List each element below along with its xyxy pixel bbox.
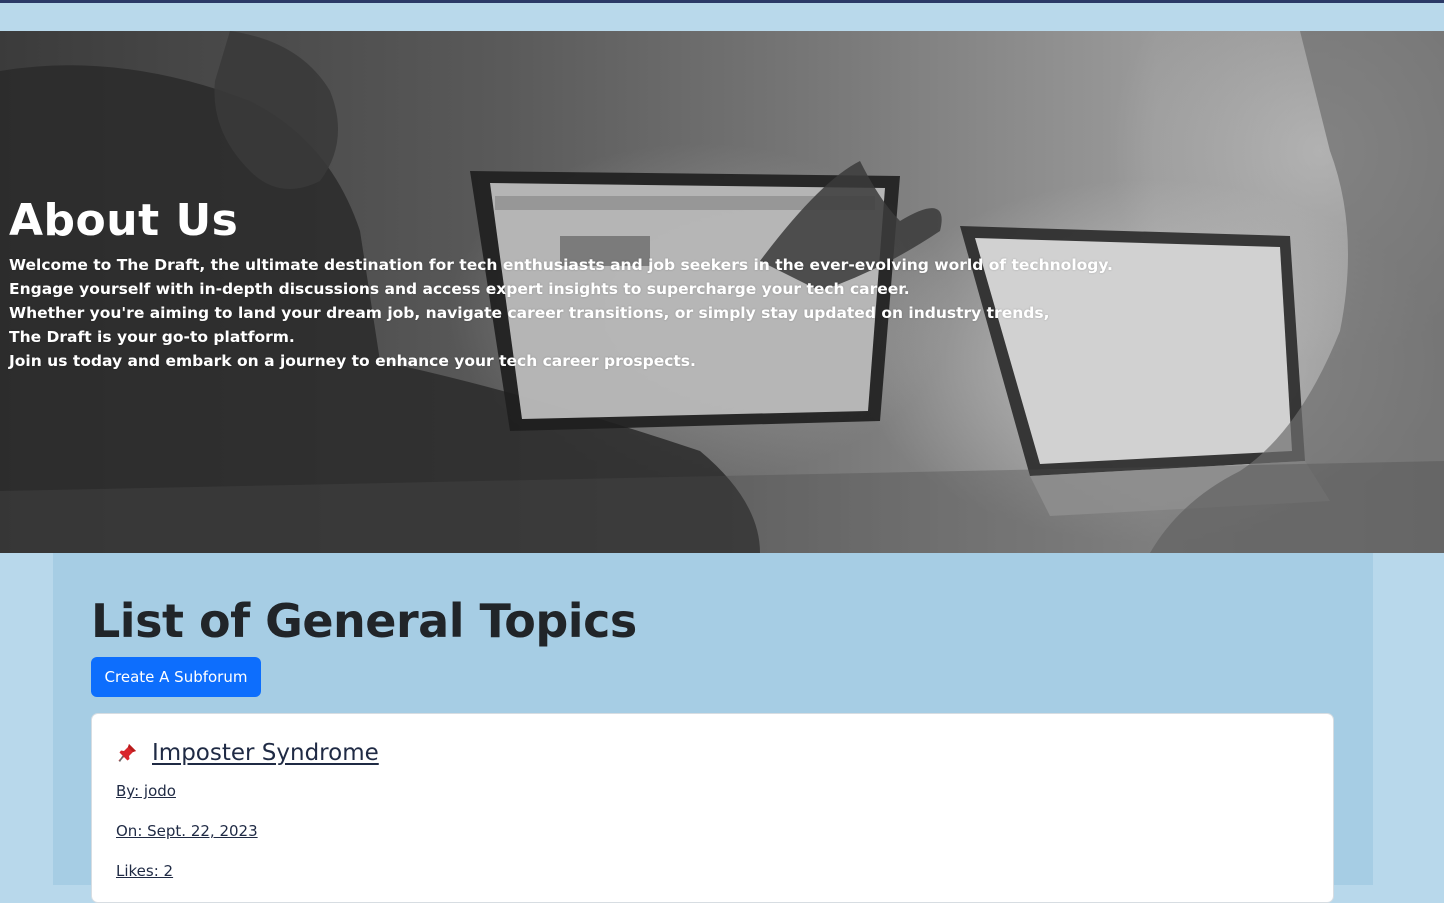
about-us-description: Welcome to The Draft, the ultimate desti… [9,253,1113,373]
about-us-line: Join us today and embark on a journey to… [9,352,696,370]
topic-date-link[interactable]: On: Sept. 22, 2023 [116,821,258,841]
pushpin-icon [116,742,138,764]
general-topics-title: List of General Topics [91,594,637,648]
about-us-line: Engage yourself with in-depth discussion… [9,280,910,298]
navigation-strip [0,3,1444,31]
topic-likes-link[interactable]: Likes: 2 [116,861,173,881]
about-us-line: Whether you're aiming to land your dream… [9,304,1050,322]
about-us-line: The Draft is your go-to platform. [9,328,295,346]
about-us-line: Welcome to The Draft, the ultimate desti… [9,256,1113,274]
topic-author-link[interactable]: By: jodo [116,781,176,801]
topic-card: Imposter Syndrome By: jodo On: Sept. 22,… [91,713,1334,903]
about-us-title: About Us [9,195,239,246]
about-us-content: About Us Welcome to The Draft, the ultim… [9,193,1113,373]
about-us-hero: About Us Welcome to The Draft, the ultim… [0,31,1444,553]
create-subforum-button[interactable]: Create A Subforum [91,657,261,697]
topic-title-link[interactable]: Imposter Syndrome [152,738,379,768]
topic-header: Imposter Syndrome [116,738,379,768]
general-topics-panel: List of General Topics Create A Subforum… [53,553,1373,903]
